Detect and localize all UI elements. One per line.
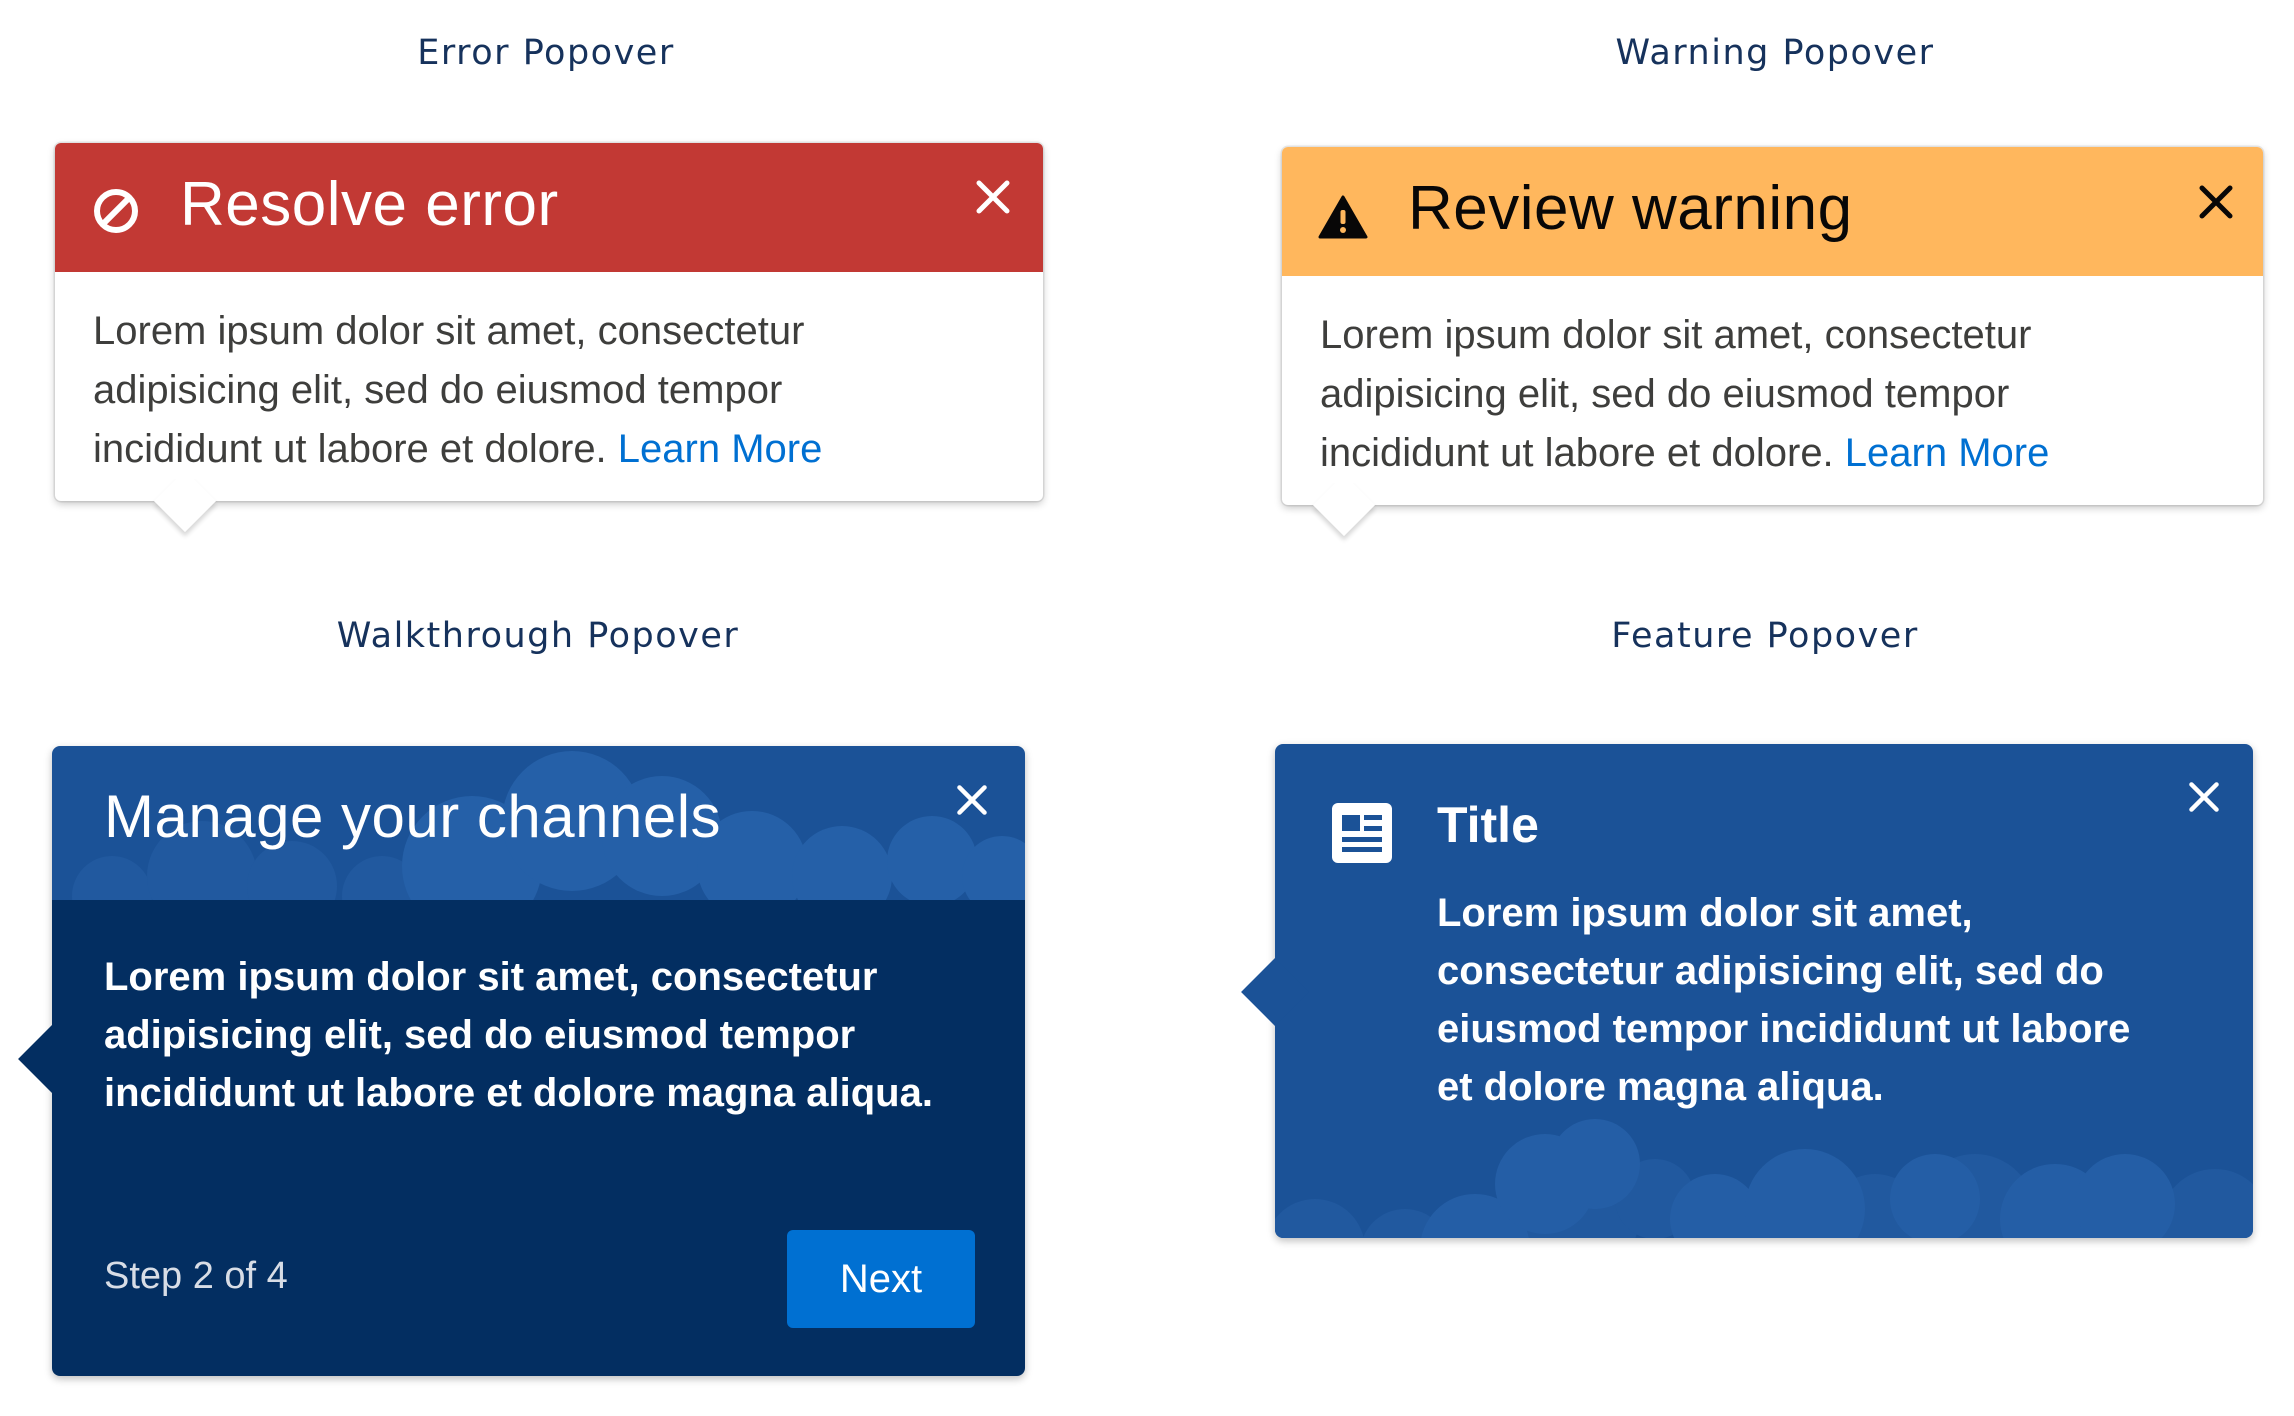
feature-popover-title: Title (1437, 797, 1539, 853)
body-line-text: incididunt ut labore et dolore. (1320, 431, 1834, 475)
error-popover-body: Lorem ipsum dolor sit amet, consectetur … (55, 272, 1043, 479)
close-icon[interactable] (2187, 780, 2221, 814)
walkthrough-popover-caption: Walkthrough Popover (336, 616, 740, 656)
body-line: adipisicing elit, sed do eiusmod tempor (1320, 372, 2010, 416)
walkthrough-popover: Manage your channels Lorem ipsum dolor s… (18, 746, 1025, 1376)
learn-more-link[interactable]: Learn More (618, 427, 823, 471)
error-popover-header: Resolve error (55, 143, 1043, 272)
body-line: adipisicing elit, sed do eiusmod tempor (93, 368, 783, 412)
body-line: consectetur adipisicing elit, sed do (1437, 949, 2104, 993)
warning-popover-caption: Warning Popover (1615, 33, 1935, 73)
body-line-text: incididunt ut labore et dolore. (93, 427, 607, 471)
body-line: incididunt ut labore et dolore. Learn Mo… (93, 420, 1005, 479)
warning-icon (1318, 195, 1368, 239)
close-icon[interactable] (955, 783, 989, 817)
step-counter: Step 2 of 4 (104, 1255, 288, 1297)
warning-popover-title: Review warning (1408, 174, 1853, 243)
feature-popover: Title Lorem ipsum dolor sit amet, consec… (1241, 744, 2253, 1238)
popover-nub (153, 469, 217, 533)
walkthrough-popover-text: Lorem ipsum dolor sit amet, consectetur … (104, 948, 933, 1122)
walkthrough-popover-body: Lorem ipsum dolor sit amet, consectetur … (52, 900, 1025, 1376)
error-popover-caption: Error Popover (417, 33, 675, 73)
error-popover: Resolve error Lorem ipsum dolor sit amet… (55, 143, 1043, 533)
body-line: Lorem ipsum dolor sit amet, consectetur (104, 955, 878, 999)
warning-popover-body: Lorem ipsum dolor sit amet, consectetur … (1282, 276, 2263, 483)
feature-popover-caption: Feature Popover (1611, 616, 1919, 656)
body-line: et dolore magna aliqua. (1437, 1065, 1884, 1109)
next-button[interactable]: Next (787, 1230, 975, 1328)
body-line: incididunt ut labore et dolore. Learn Mo… (1320, 424, 2225, 483)
ban-icon (92, 187, 140, 235)
body-line: Lorem ipsum dolor sit amet, (1437, 891, 1973, 935)
close-icon[interactable] (2197, 183, 2235, 221)
error-popover-title: Resolve error (180, 170, 559, 239)
body-line: eiusmod tempor incididunt ut labore (1437, 1007, 2131, 1051)
walkthrough-popover-title: Manage your channels (104, 783, 722, 850)
popover-nub (1312, 473, 1376, 537)
walkthrough-popover-header: Manage your channels (52, 746, 1025, 900)
feature-popover-text: Lorem ipsum dolor sit amet, consectetur … (1437, 884, 2130, 1116)
learn-more-link[interactable]: Learn More (1845, 431, 2050, 475)
close-icon[interactable] (974, 178, 1012, 216)
body-line: Lorem ipsum dolor sit amet, consectetur (1320, 313, 2032, 357)
body-line: incididunt ut labore et dolore magna ali… (104, 1071, 933, 1115)
news-icon (1330, 801, 1394, 865)
warning-popover: Review warning Lorem ipsum dolor sit ame… (1282, 147, 2263, 537)
warning-popover-header: Review warning (1282, 147, 2263, 276)
body-line: Lorem ipsum dolor sit amet, consectetur (93, 309, 805, 353)
body-line: adipisicing elit, sed do eiusmod tempor (104, 1013, 856, 1057)
